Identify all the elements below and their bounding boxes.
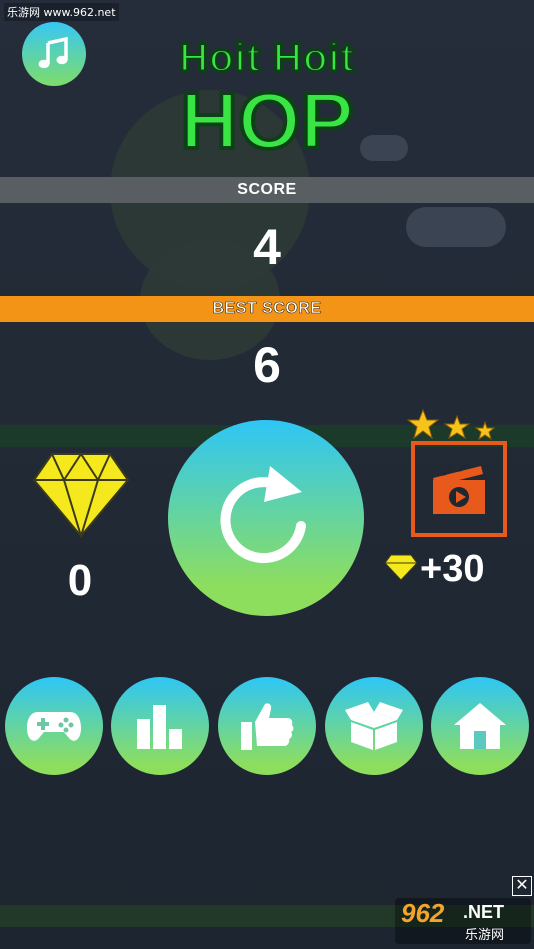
game-title-line1: Hoit Hoit xyxy=(178,35,356,82)
close-ad-button[interactable]: ✕ xyxy=(512,876,532,896)
box-icon xyxy=(345,702,403,750)
replay-button[interactable] xyxy=(168,420,364,616)
reward-diamond-icon xyxy=(384,554,418,581)
store-button[interactable] xyxy=(325,677,423,775)
gem-count: 0 xyxy=(67,556,93,605)
replay-icon xyxy=(220,466,306,564)
like-button[interactable] xyxy=(218,677,316,775)
watermark: 乐游网 www.962.net xyxy=(4,3,119,21)
score-label: SCORE xyxy=(237,181,297,198)
leaderboard-button[interactable] xyxy=(111,677,209,775)
best-score-value: 6 xyxy=(253,337,281,393)
logo-net: .NET xyxy=(463,902,505,922)
thumbs-up-icon xyxy=(241,703,294,750)
reward-stars xyxy=(406,408,496,441)
watch-video-button[interactable] xyxy=(411,441,507,537)
reward-amount: +30 xyxy=(420,548,485,590)
score-value: 4 xyxy=(253,219,281,275)
home-icon xyxy=(454,703,506,749)
diamond-icon xyxy=(32,452,130,538)
logo-number: 962 xyxy=(401,898,445,928)
site-logo: 962 .NET 乐游网 xyxy=(395,898,531,944)
score-bar: SCORE xyxy=(0,177,534,203)
home-button[interactable] xyxy=(431,677,529,775)
game-title-line2: HOP xyxy=(178,74,355,167)
video-clapper-icon xyxy=(433,464,485,514)
logo-cn: 乐游网 xyxy=(465,928,505,943)
leaderboard-icon xyxy=(137,705,182,749)
best-score-label: BEST SCORE xyxy=(212,300,322,318)
best-score-bar: BEST SCORE xyxy=(0,296,534,322)
gamepad-icon xyxy=(27,712,81,741)
games-button[interactable] xyxy=(5,677,103,775)
